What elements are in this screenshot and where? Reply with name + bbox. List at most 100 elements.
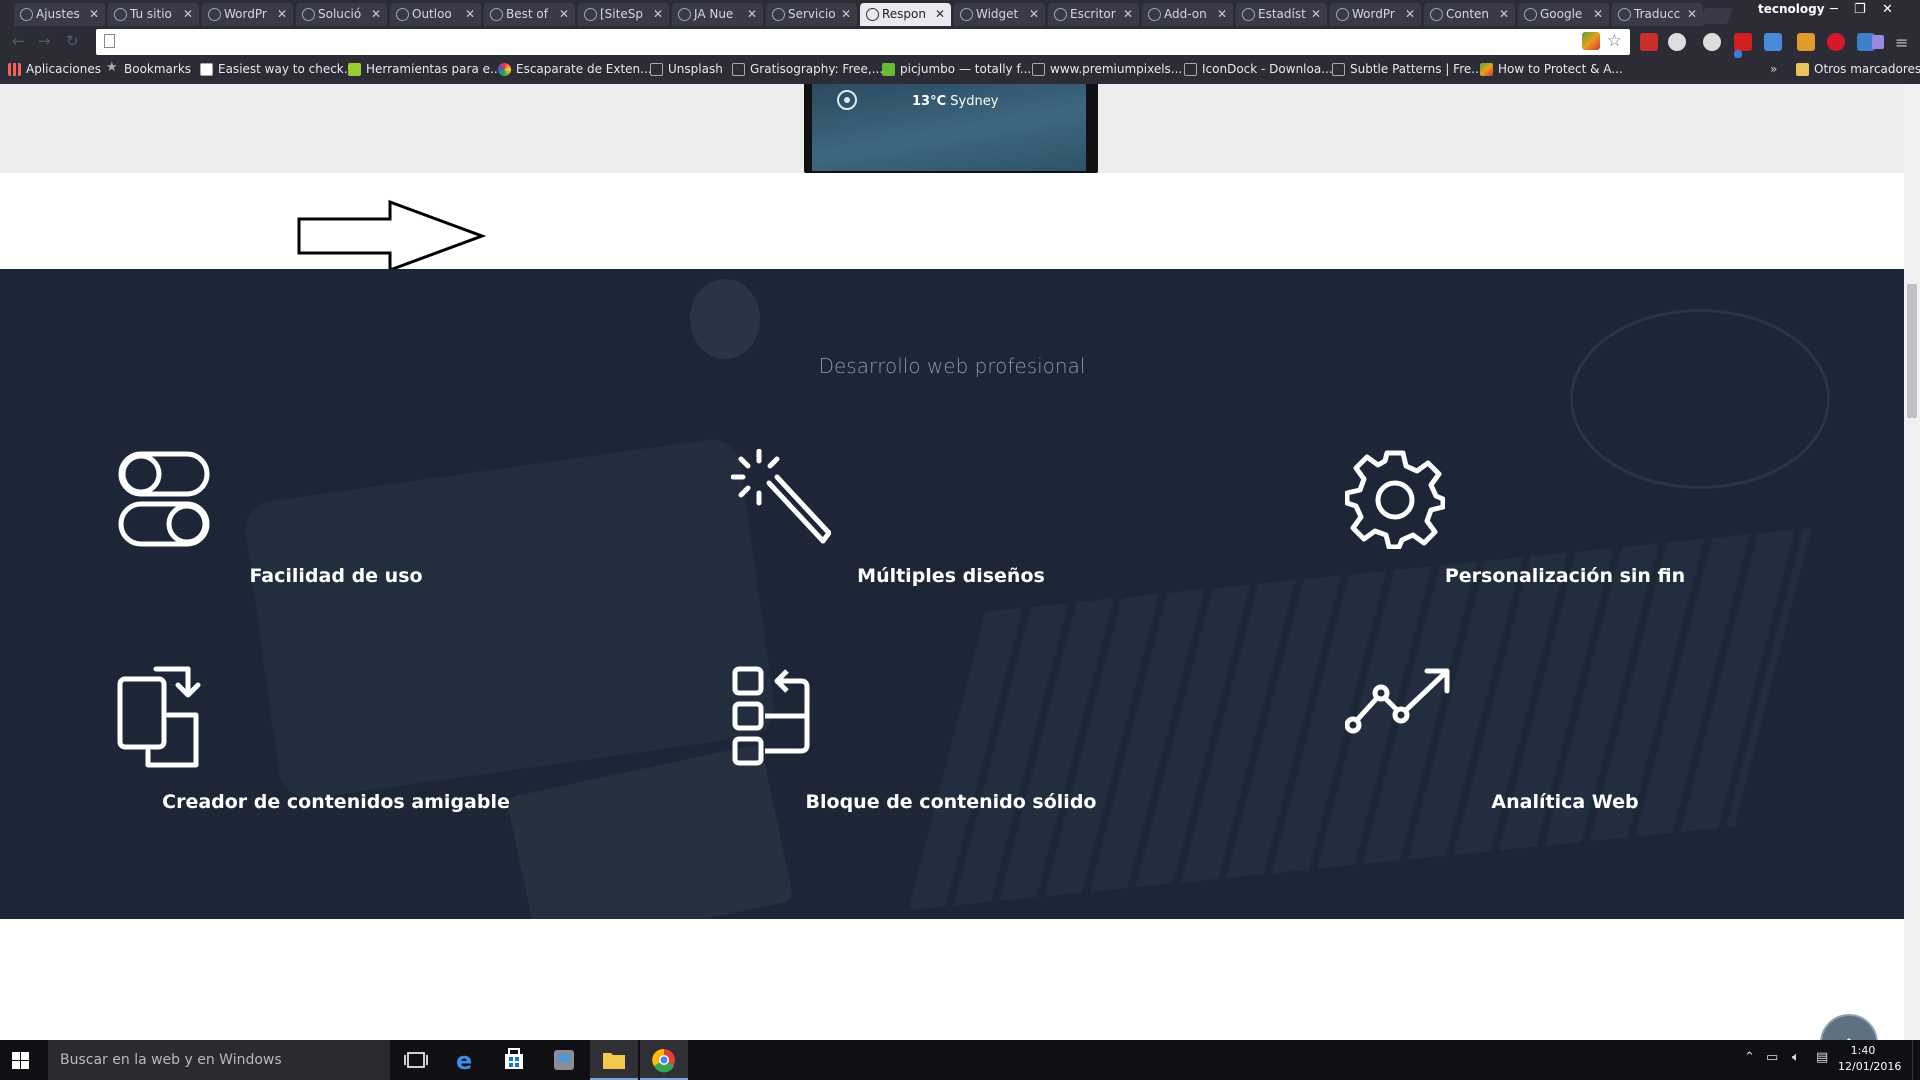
tab-close-icon[interactable]: ✕ [1593, 3, 1603, 25]
browser-tab[interactable]: Google ✕ [1518, 3, 1609, 26]
browser-tab[interactable]: Traducc ✕ [1612, 3, 1703, 26]
bookmark-item[interactable]: picjumbo — totally f... [882, 62, 1031, 76]
tab-close-icon[interactable]: ✕ [559, 3, 569, 25]
browser-tab[interactable]: Solució ✕ [296, 3, 387, 26]
back-icon[interactable]: ← [12, 32, 25, 50]
tab-close-icon[interactable]: ✕ [1499, 3, 1509, 25]
tab-close-icon[interactable]: ✕ [89, 3, 99, 25]
profile-name[interactable]: tecnology [1758, 2, 1825, 16]
taskbar-store[interactable] [490, 1040, 538, 1080]
bookmark-item[interactable]: Easiest way to check... [200, 62, 355, 76]
extension-orange-icon[interactable] [1797, 33, 1815, 51]
task-view-button[interactable] [392, 1040, 440, 1080]
tab-close-icon[interactable]: ✕ [1311, 3, 1321, 25]
volume-icon[interactable]: 🔈︎ [1792, 1050, 1800, 1065]
minimize-icon[interactable]: ─ [1830, 2, 1838, 17]
address-bar[interactable]: ☆ [96, 29, 1630, 55]
bookmark-favicon-icon [200, 63, 213, 76]
feather-icon[interactable] [1872, 35, 1884, 49]
tray-chevron-up-icon[interactable]: ⌃ [1744, 1050, 1755, 1065]
browser-tab[interactable]: Tu sitio ✕ [108, 3, 199, 26]
chrome-webstore-icon [498, 63, 511, 76]
browser-tab[interactable]: [SiteSp ✕ [578, 3, 669, 26]
ip-extension-icon[interactable] [1668, 33, 1686, 51]
bookmark-item[interactable]: How to Protect & A... [1480, 62, 1623, 76]
browser-toolbar: ← → ↻ ☆ [0, 26, 1920, 58]
taskbar-app[interactable] [540, 1040, 588, 1080]
browser-tab[interactable]: JA Nue ✕ [672, 3, 763, 26]
bookmark-item[interactable]: ★ Bookmarks [106, 60, 191, 76]
show-desktop-button[interactable] [1912, 1040, 1920, 1080]
tab-close-icon[interactable]: ✕ [1123, 3, 1133, 25]
weather-widget: 13°C Sydney [912, 94, 998, 109]
tab-close-icon[interactable]: ✕ [935, 3, 945, 25]
browser-tab[interactable]: Best of ✕ [484, 3, 575, 26]
bookmark-item[interactable]: IconDock - Downloa... [1184, 62, 1333, 76]
tab-close-icon[interactable]: ✕ [1687, 3, 1697, 25]
page-scrollbar[interactable] [1904, 84, 1920, 1040]
tab-close-icon[interactable]: ✕ [653, 3, 663, 25]
bookmark-item[interactable]: Subtle Patterns | Fre... [1332, 62, 1483, 76]
tab-close-icon[interactable]: ✕ [1217, 3, 1227, 25]
bookmark-other[interactable]: Otros marcadores [1796, 62, 1920, 76]
taskbar-file-explorer[interactable] [590, 1040, 638, 1080]
browser-tab[interactable]: WordPr ✕ [202, 3, 293, 26]
bookmarks-overflow-icon[interactable]: » [1770, 62, 1777, 76]
bookmark-item[interactable]: Escaparate de Exten... [498, 62, 652, 76]
bookmark-item[interactable]: Herramientas para e... [348, 62, 501, 76]
tab-favicon-icon [866, 8, 879, 21]
new-tab-button[interactable] [1699, 8, 1733, 24]
feature-label: Creador de contenidos amigable [162, 791, 510, 813]
tab-close-icon[interactable]: ✕ [371, 3, 381, 25]
page-icon [1332, 63, 1345, 76]
extension-red-icon[interactable] [1734, 33, 1752, 51]
browser-tab[interactable]: Ajustes ✕ [14, 3, 105, 26]
browser-tab-active[interactable]: Respon ✕ [860, 3, 951, 26]
bookmark-apps[interactable]: Aplicaciones [8, 62, 101, 76]
network-icon[interactable]: ▭ [1766, 1050, 1778, 1065]
tab-favicon-icon [960, 8, 973, 21]
translate-icon[interactable] [1764, 33, 1782, 51]
browser-tab[interactable]: Add-on ✕ [1142, 3, 1233, 26]
bookmark-item[interactable]: www.premiumpixels... [1032, 62, 1182, 76]
weather-location-icon [837, 90, 857, 110]
tab-close-icon[interactable]: ✕ [183, 3, 193, 25]
browser-tab[interactable]: WordPr ✕ [1330, 3, 1421, 26]
browser-tab[interactable]: Escritor ✕ [1048, 3, 1139, 26]
edge-icon: e [456, 1047, 472, 1075]
feature-item: Creador de contenidos amigable [36, 665, 636, 813]
tab-close-icon[interactable]: ✕ [1405, 3, 1415, 25]
browser-menu-icon[interactable]: ≡ [1895, 33, 1908, 52]
windows-start-button[interactable] [12, 1052, 29, 1069]
taskbar-search-input[interactable]: Buscar en la web y en Windows [48, 1040, 390, 1080]
tab-close-icon[interactable]: ✕ [465, 3, 475, 25]
close-window-icon[interactable]: ✕ [1882, 2, 1893, 17]
browser-tab[interactable]: Estadíst ✕ [1236, 3, 1327, 26]
bookmark-star-icon[interactable]: ☆ [1607, 31, 1622, 51]
feature-label: Múltiples diseños [857, 565, 1045, 587]
browser-tab[interactable]: Outloo ✕ [390, 3, 481, 26]
taskbar-chrome[interactable] [640, 1040, 688, 1080]
extension-icon[interactable] [1703, 33, 1721, 51]
browser-tab[interactable]: Servicio ✕ [766, 3, 857, 26]
tab-close-icon[interactable]: ✕ [841, 3, 851, 25]
bookmark-item[interactable]: Unsplash [650, 62, 723, 76]
tab-close-icon[interactable]: ✕ [1029, 3, 1039, 25]
taskbar-clock[interactable]: 1:40 12/01/2016 [1838, 1043, 1901, 1075]
back-to-top-button[interactable] [1820, 1014, 1878, 1040]
restore-icon[interactable]: ❐ [1854, 2, 1866, 17]
bookmark-item[interactable]: Gratisography: Free,... [732, 62, 883, 76]
forward-icon[interactable]: → [38, 32, 51, 50]
pinterest-icon[interactable] [1827, 33, 1845, 51]
browser-tab[interactable]: Conten ✕ [1424, 3, 1515, 26]
reload-icon[interactable]: ↻ [66, 32, 79, 50]
taskbar-edge[interactable]: e [442, 1040, 490, 1080]
scrollbar-thumb[interactable] [1907, 284, 1917, 418]
joomla-extension-icon[interactable] [1582, 32, 1600, 50]
tab-close-icon[interactable]: ✕ [277, 3, 287, 25]
tab-close-icon[interactable]: ✕ [747, 3, 757, 25]
page-icon [650, 63, 663, 76]
adblock-icon[interactable] [1640, 33, 1658, 51]
notifications-icon[interactable]: ▤ [1816, 1050, 1828, 1065]
browser-tab[interactable]: Widget ✕ [954, 3, 1045, 26]
